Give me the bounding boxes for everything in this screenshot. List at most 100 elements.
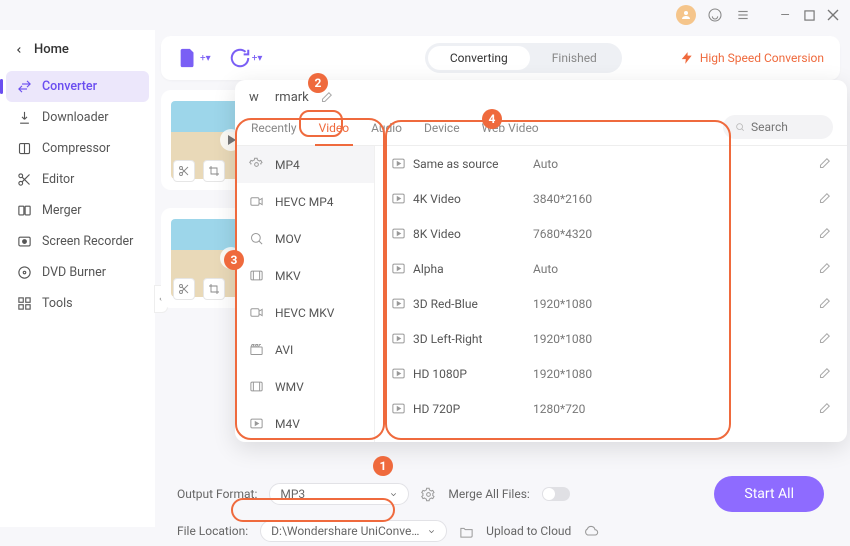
tab-converting[interactable]: Converting (428, 46, 530, 70)
merge-toggle[interactable] (542, 487, 570, 501)
merge-files-label: Merge All Files: (448, 487, 529, 501)
preset-list[interactable]: Same as sourceAuto 4K Video3840*2160 8K … (375, 146, 847, 442)
preset-res: 3840*2160 (533, 192, 643, 206)
tab-video[interactable]: Video (317, 115, 352, 145)
home-label: Home (34, 42, 69, 57)
sidebar-item-editor[interactable]: Editor (6, 164, 149, 195)
tab-finished[interactable]: Finished (530, 46, 619, 70)
edit-preset-icon[interactable] (817, 402, 831, 416)
edit-name-icon[interactable] (319, 91, 333, 105)
converter-icon (16, 79, 32, 94)
refresh-add-icon (229, 47, 251, 69)
status-segmented[interactable]: Converting Finished (425, 43, 622, 73)
sidebar-item-label: Converter (42, 79, 97, 94)
edit-preset-icon[interactable] (817, 157, 831, 171)
format-list[interactable]: MP4 HEVC MP4 MOV MKV HEVC MKV AVI WMV M4… (235, 146, 375, 442)
sidebar-item-tools[interactable]: Tools (6, 288, 149, 319)
preset-1080p[interactable]: HD 1080P1920*1080 (375, 356, 847, 391)
preset-name: HD 1080P (413, 367, 533, 381)
file-location-label: File Location: (177, 524, 248, 538)
preset-res: Auto (533, 262, 643, 276)
preset-3d-leftright[interactable]: 3D Left-Right1920*1080 (375, 321, 847, 356)
film-icon (247, 268, 265, 283)
file-location-dropdown[interactable]: D:\Wondershare UniConverter 1 (260, 520, 447, 542)
format-hevc-mkv[interactable]: HEVC MKV (235, 294, 374, 331)
edit-preset-icon[interactable] (817, 332, 831, 346)
sidebar-item-compressor[interactable]: Compressor (6, 133, 149, 164)
edit-preset-icon[interactable] (817, 192, 831, 206)
sidebar-item-screen-recorder[interactable]: Screen Recorder (6, 226, 149, 257)
format-label: WMV (275, 380, 304, 394)
window-close[interactable] (826, 9, 840, 21)
preset-res: 1280*720 (533, 402, 643, 416)
sidebar-item-converter[interactable]: Converter (6, 71, 149, 102)
format-flyout: w rmark Recently Video Audio Device Web … (235, 80, 847, 442)
tab-recently[interactable]: Recently (249, 115, 299, 145)
edit-preset-icon[interactable] (817, 297, 831, 311)
output-format-label: Output Format: (177, 487, 257, 501)
film-icon (247, 379, 265, 394)
trim-button[interactable] (173, 278, 195, 300)
edit-preset-icon[interactable] (817, 227, 831, 241)
edit-preset-icon[interactable] (817, 262, 831, 276)
sidebar-item-downloader[interactable]: Downloader (6, 102, 149, 133)
format-mp4[interactable]: MP4 (235, 146, 374, 183)
format-label: MKV (275, 269, 301, 283)
format-m4v[interactable]: M4V (235, 405, 374, 442)
output-format-value: MP3 (280, 487, 305, 501)
preset-name: HD 720P (413, 402, 533, 416)
preset-name: 3D Red-Blue (413, 297, 533, 311)
search-icon (735, 121, 745, 133)
crop-button[interactable] (203, 278, 225, 300)
format-hevc-mp4[interactable]: HEVC MP4 (235, 183, 374, 220)
gear-icon (247, 157, 265, 172)
sidebar-item-label: Compressor (42, 141, 110, 156)
sidebar-item-label: Tools (42, 296, 73, 311)
high-speed-toggle[interactable]: High Speed Conversion (680, 51, 824, 65)
output-format-dropdown[interactable]: MP3 (269, 483, 409, 505)
trim-button[interactable] (173, 160, 195, 182)
format-wmv[interactable]: WMV (235, 368, 374, 405)
preset-res: 1920*1080 (533, 297, 643, 311)
sidebar-item-dvd-burner[interactable]: DVD Burner (6, 257, 149, 288)
preset-720p[interactable]: HD 720P1280*720 (375, 391, 847, 426)
upload-cloud-label: Upload to Cloud (486, 524, 571, 538)
play-box-icon (391, 366, 413, 381)
format-label: AVI (275, 343, 293, 357)
sidebar-item-merger[interactable]: Merger (6, 195, 149, 226)
preset-8k[interactable]: 8K Video7680*4320 (375, 216, 847, 251)
record-icon (16, 234, 32, 249)
preset-3d-redblue[interactable]: 3D Red-Blue1920*1080 (375, 286, 847, 321)
format-mov[interactable]: MOV (235, 220, 374, 257)
search-input[interactable] (751, 120, 821, 134)
tab-device[interactable]: Device (422, 115, 462, 145)
menu-icon[interactable] (734, 6, 752, 24)
format-avi[interactable]: AVI (235, 331, 374, 368)
play-box-icon (391, 226, 413, 241)
preset-alpha[interactable]: AlphaAuto (375, 251, 847, 286)
format-mkv[interactable]: MKV (235, 257, 374, 294)
user-avatar[interactable] (676, 5, 696, 25)
chevron-left-icon (14, 45, 24, 55)
play-box-icon (247, 416, 265, 431)
start-all-button[interactable]: Start All (714, 476, 824, 512)
open-folder-icon[interactable] (459, 524, 474, 539)
sidebar-item-label: Merger (42, 203, 82, 218)
cloud-icon[interactable] (583, 523, 599, 539)
support-icon[interactable] (706, 6, 724, 24)
window-minimize[interactable]: — (778, 8, 792, 22)
add-file-button[interactable]: +▾ (177, 47, 211, 69)
video-icon (247, 305, 265, 320)
preset-res: Auto (533, 157, 643, 171)
edit-preset-icon[interactable] (817, 367, 831, 381)
window-maximize[interactable] (802, 10, 816, 21)
preset-4k[interactable]: 4K Video3840*2160 (375, 181, 847, 216)
format-search[interactable] (723, 115, 833, 139)
crop-button[interactable] (203, 160, 225, 182)
settings-icon[interactable] (421, 487, 436, 502)
add-url-button[interactable]: +▾ (229, 47, 263, 69)
high-speed-label: High Speed Conversion (700, 51, 824, 65)
preset-same-as-source[interactable]: Same as sourceAuto (375, 146, 847, 181)
back-home[interactable]: Home (6, 38, 149, 71)
tab-audio[interactable]: Audio (369, 115, 404, 145)
